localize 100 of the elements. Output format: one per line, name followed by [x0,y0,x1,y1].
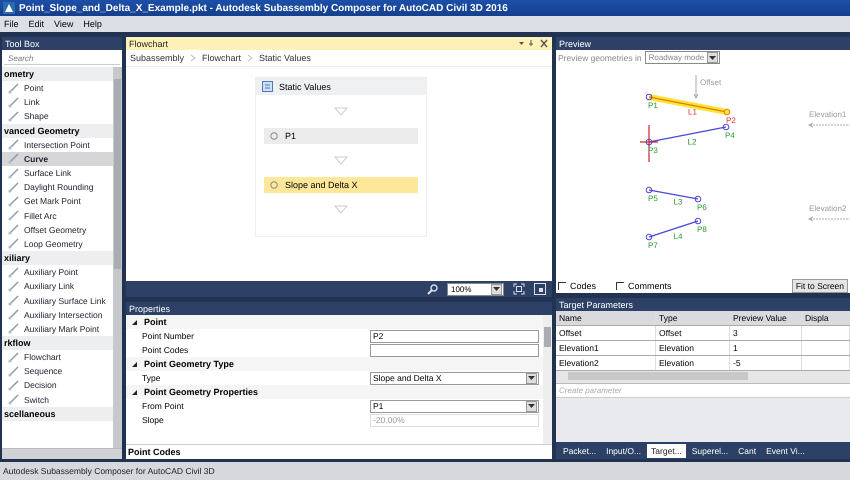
frame-icon[interactable] [534,283,546,295]
tool-icon [8,110,19,122]
column-header[interactable]: Displa [802,311,850,325]
section-heading[interactable]: xiliary [2,251,113,266]
point-label: P2 [726,116,736,125]
tool-item[interactable]: Daylight Rounding [2,180,113,194]
point-marker[interactable] [646,234,652,240]
table-cell: Elevation2 [556,356,656,370]
elevation-arrow [808,122,850,128]
tool-item[interactable]: Curve [2,152,113,166]
breadcrumb-link[interactable]: Flowchart [202,53,242,63]
tool-item[interactable]: Flowchart [2,350,113,364]
panel-tab[interactable]: Packet... [559,444,600,458]
tool-item[interactable]: Link [2,95,113,110]
tool-item[interactable]: Fillet Arc [2,208,113,223]
chevron-icon [190,54,196,62]
zoom-dropdown[interactable]: 100% [447,282,504,296]
window-title: Point_Slope_and_Delta_X_Example.pkt - Autodesk Subassembly Composer for AutoCAD Civil 3D 2016 [19,2,508,14]
point-marker[interactable] [724,108,730,116]
sequence-header[interactable]: Static Values [256,78,426,95]
tool-item[interactable]: Intersection Point [2,138,113,152]
link-line[interactable] [648,126,726,143]
flowchart-node[interactable]: Slope and Delta X [264,177,418,193]
panel-tab[interactable]: Target... [647,444,686,458]
mode-dropdown[interactable]: Roadway mode [644,51,720,64]
menu-item[interactable]: Edit [28,19,44,29]
tool-item[interactable]: Loop Geometry [2,236,113,252]
scrollbar[interactable] [543,315,552,444]
checkbox[interactable] [616,282,624,290]
property-label: From Point [142,401,185,411]
tool-icon [8,380,19,391]
point-label: P7 [648,241,658,250]
property-description: Point Codes [126,444,552,459]
link-label: L3 [674,198,682,206]
tool-icon [8,224,19,236]
table-cell: Offset [556,326,656,340]
property-field[interactable]: P2 [370,330,539,342]
horizontal-scrollbar[interactable] [556,371,850,384]
panel-tab[interactable]: Cant [734,444,760,458]
tool-item[interactable]: Auxiliary Intersection [2,308,113,322]
tool-item[interactable]: Decision [2,378,113,393]
point-label: P5 [648,194,658,203]
app-logo-icon [3,2,15,14]
fit-icon[interactable] [513,283,525,295]
tool-item[interactable]: Get Mark Point [2,194,113,208]
tool-icon [8,238,19,250]
point-marker[interactable] [646,94,652,100]
panel-tab[interactable]: Event Vi... [762,444,809,458]
point-marker[interactable] [694,196,702,202]
horizontal-scrollbar[interactable] [2,448,122,459]
tool-item[interactable]: Sequence [2,364,113,378]
point-marker[interactable] [646,186,652,194]
breadcrumb-link[interactable]: Subassembly [130,53,184,63]
section-heading[interactable]: vanced Geometry [2,124,113,138]
collapse-triangle-icon[interactable] [131,360,138,368]
search-icon[interactable] [427,284,438,294]
tool-item[interactable]: Auxiliary Point [2,265,113,280]
point-marker[interactable] [694,218,702,224]
collapse-triangle-icon[interactable] [131,318,138,326]
menu-item[interactable]: View [54,19,74,29]
flowchart-node[interactable]: P1 [264,128,418,144]
point-label: P4 [725,131,735,140]
property-dropdown[interactable]: P1 [370,400,539,412]
table-cell: 1 [730,341,802,355]
fit-to-screen-button[interactable]: Fit to Screen [792,279,848,293]
panel-buttons-icon[interactable] [519,39,549,48]
point-marker[interactable] [722,124,730,130]
tool-item[interactable]: Auxiliary Surface Link [2,293,113,308]
section-heading[interactable]: rkflow [2,336,113,350]
property-dropdown[interactable]: Slope and Delta X [370,372,539,384]
link-line[interactable] [648,220,698,238]
menu-item[interactable]: File [4,19,19,29]
tool-item[interactable]: Switch [2,392,113,407]
point-marker[interactable] [646,138,652,146]
property-field[interactable] [370,344,539,356]
tool-item[interactable]: Auxiliary Mark Point [2,322,113,336]
tool-icon [8,168,19,179]
link-label: L1 [688,108,697,116]
tool-item[interactable]: Surface Link [2,166,113,180]
search-field[interactable]: Search [4,52,120,65]
checkbox[interactable] [558,282,566,290]
column-header[interactable]: Preview Value [730,311,802,325]
menu-item[interactable]: Help [83,19,102,29]
tool-item[interactable]: Offset Geometry [2,222,113,237]
section-heading[interactable]: ometry [2,67,113,81]
down-triangle-icon [334,205,348,214]
panel-tab[interactable]: Input/O... [602,444,646,458]
tool-item[interactable]: Point [2,81,113,96]
section-heading[interactable]: scellaneous [2,406,113,421]
collapse-triangle-icon[interactable] [131,388,138,396]
link-line[interactable] [648,189,698,200]
breadcrumb-link[interactable]: Static Values [259,53,311,63]
tool-item[interactable]: Shape [2,109,113,124]
column-header[interactable]: Type [656,311,730,325]
column-header[interactable]: Name [556,311,656,325]
tool-item[interactable]: Auxiliary Link [2,279,113,294]
scrollbar[interactable] [113,67,122,448]
table-cell: -5 [730,356,802,370]
tool-icon [8,82,19,94]
panel-tab[interactable]: Superel... [688,444,732,458]
